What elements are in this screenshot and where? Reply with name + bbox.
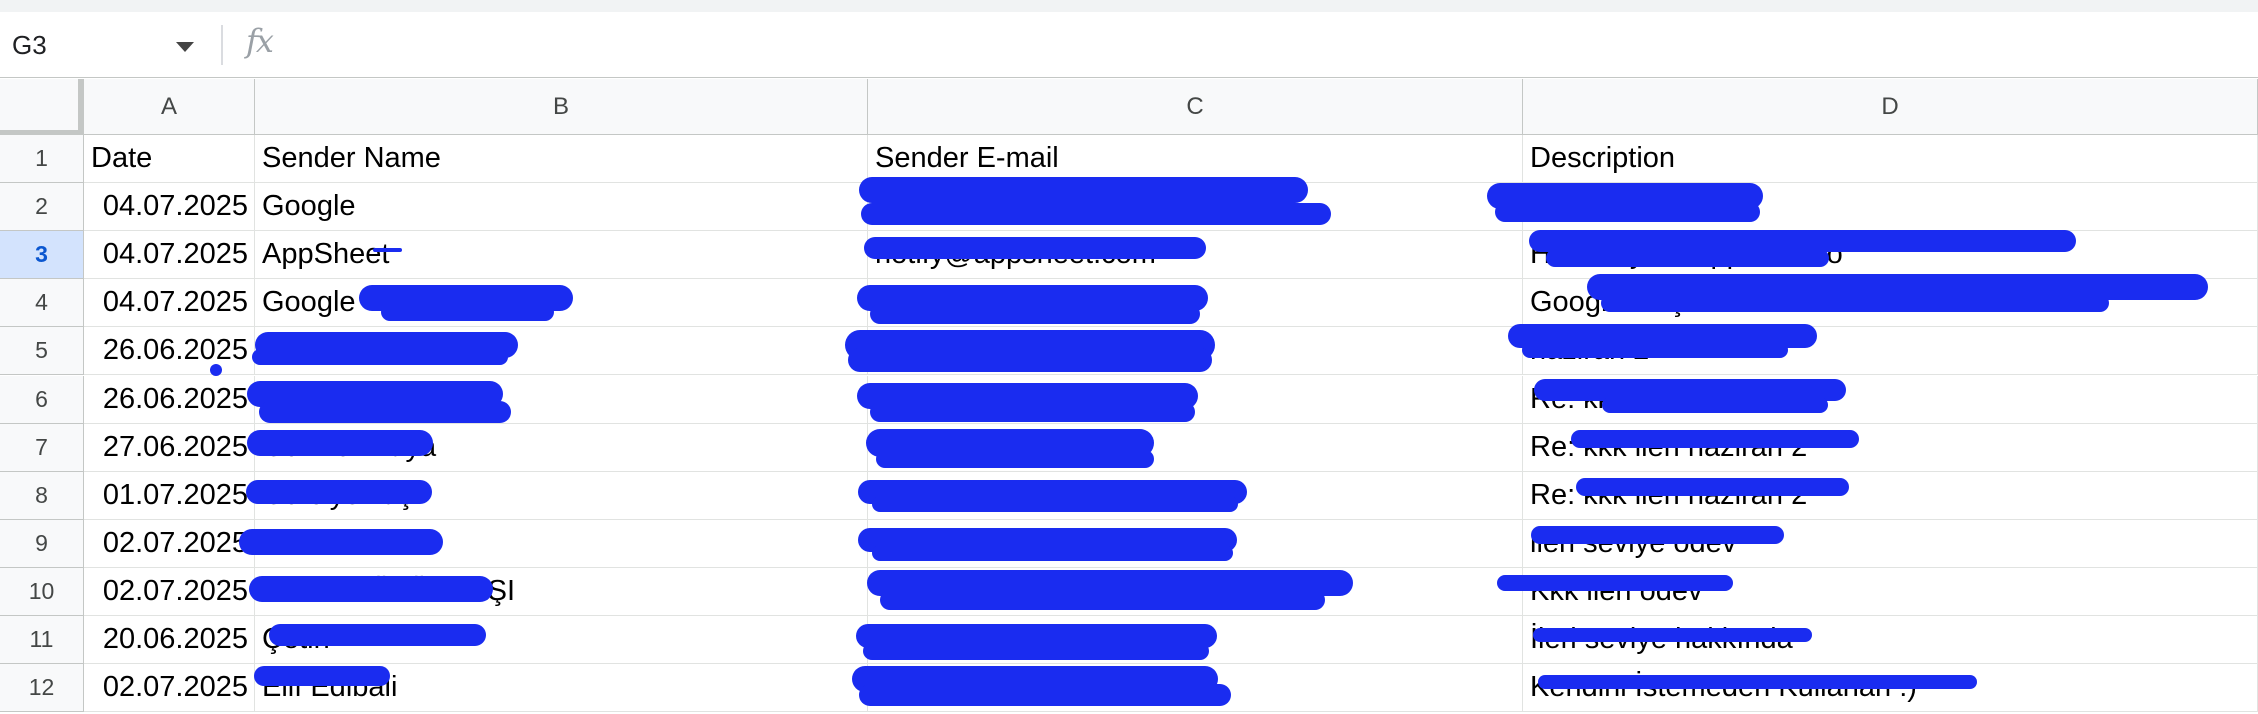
row-header-9[interactable]: 9 <box>0 519 84 568</box>
cell-a2[interactable]: 04.07.2025 <box>84 183 255 232</box>
row-header-11[interactable]: 11 <box>0 616 84 664</box>
cell-d11[interactable]: İleri seviye hakkında <box>1523 616 2258 664</box>
row-header-1[interactable]: 1 <box>0 135 84 183</box>
row-header-7[interactable]: 7 <box>0 423 84 472</box>
cell-b1[interactable]: Sender Name <box>255 135 868 183</box>
row-header-4[interactable]: 4 <box>0 279 84 328</box>
cell-c6[interactable] <box>868 375 1523 424</box>
cell-d4[interactable]: Google oluşturamadık <box>1523 279 2258 328</box>
cell-a4[interactable]: 04.07.2025 <box>84 279 255 328</box>
cell-b7[interactable]: Gül Nur Kaya <box>255 423 868 472</box>
cell-b10[interactable]: EREN BÖLÜKBAŞI <box>255 567 868 616</box>
cell-a9[interactable]: 02.07.2025 <box>84 519 255 568</box>
cell-b8[interactable]: Gülbiye Taş <box>255 471 868 520</box>
cell-b9[interactable] <box>255 519 868 568</box>
cell-d6[interactable]: Re: kkk ileri haziran 2 <box>1523 375 2258 424</box>
row-header-12[interactable]: 12 <box>0 664 84 713</box>
cell-d10[interactable]: Kkk ileri ödev <box>1523 567 2258 616</box>
row-header-10[interactable]: 10 <box>0 567 84 616</box>
formula-input[interactable] <box>300 12 2258 78</box>
cell-a5[interactable]: 26.06.2025 <box>84 327 255 376</box>
cell-c2[interactable]: no-reply@accounts.google.com <box>868 183 1523 232</box>
cell-b11[interactable]: Çetin <box>255 616 868 664</box>
select-all-corner[interactable] <box>0 79 84 135</box>
cell-d9[interactable]: ileri seviye ödev <box>1523 519 2258 568</box>
cell-c11[interactable] <box>868 616 1523 664</box>
cell-d12[interactable]: Kendini İstemeden Kullanan :) <box>1523 664 2258 713</box>
cell-a6[interactable]: 26.06.2025 <box>84 375 255 424</box>
cell-c12[interactable] <box>868 664 1523 713</box>
cell-a1[interactable]: Date <box>84 135 255 183</box>
row-header-2[interactable]: 2 <box>0 183 84 232</box>
cell-c1[interactable]: Sender E-mail <box>868 135 1523 183</box>
fx-icon: fx <box>246 22 274 60</box>
column-header-c[interactable]: C <box>868 79 1523 135</box>
row-header-8[interactable]: 8 <box>0 471 84 520</box>
cell-d2[interactable] <box>1523 183 2258 232</box>
cell-a3[interactable]: 04.07.2025 <box>84 231 255 280</box>
row-header-3[interactable]: 3 <box>0 231 84 280</box>
formula-bar-divider <box>221 25 223 65</box>
chevron-down-icon[interactable] <box>176 42 194 52</box>
cell-a12[interactable]: 02.07.2025 <box>84 664 255 713</box>
cell-a7[interactable]: 27.06.2025 <box>84 423 255 472</box>
cell-c9[interactable] <box>868 519 1523 568</box>
cell-b5[interactable] <box>255 327 868 376</box>
column-header-a[interactable]: A <box>84 79 255 135</box>
cell-c4[interactable]: noreply@google.com <box>868 279 1523 328</box>
cell-b4[interactable]: Google <box>255 279 868 328</box>
formula-bar: G3 fx <box>0 12 2258 78</box>
cell-c7[interactable] <box>868 423 1523 472</box>
cell-d5[interactable]: haziran 2 <box>1523 327 2258 376</box>
cell-c10[interactable] <box>868 567 1523 616</box>
cell-c5[interactable] <box>868 327 1523 376</box>
cell-a10[interactable]: 02.07.2025 <box>84 567 255 616</box>
cell-b3[interactable]: AppSheet <box>255 231 868 280</box>
cell-d8[interactable]: Re: kkk ileri haziran 2 <box>1523 471 2258 520</box>
cell-d7[interactable]: Re: kkk ileri haziran 2 <box>1523 423 2258 472</box>
cell-a8[interactable]: 01.07.2025 <box>84 471 255 520</box>
cell-c8[interactable] <box>868 471 1523 520</box>
cell-c3[interactable]: notify@appsheet.com <box>868 231 1523 280</box>
cell-d3[interactable]: Here is your app E-tablo <box>1523 231 2258 280</box>
cell-d1[interactable]: Description <box>1523 135 2258 183</box>
column-header-b[interactable]: B <box>255 79 868 135</box>
cell-b12[interactable]: Elif Edibali <box>255 664 868 713</box>
column-header-d[interactable]: D <box>1523 79 2258 135</box>
name-box-value: G3 <box>12 29 47 60</box>
cell-b6[interactable] <box>255 375 868 424</box>
row-header-5[interactable]: 5 <box>0 327 84 376</box>
row-header-6[interactable]: 6 <box>0 375 84 424</box>
cell-a11[interactable]: 20.06.2025 <box>84 616 255 664</box>
cell-b2[interactable]: Google <box>255 183 868 232</box>
top-strip <box>0 0 2258 12</box>
